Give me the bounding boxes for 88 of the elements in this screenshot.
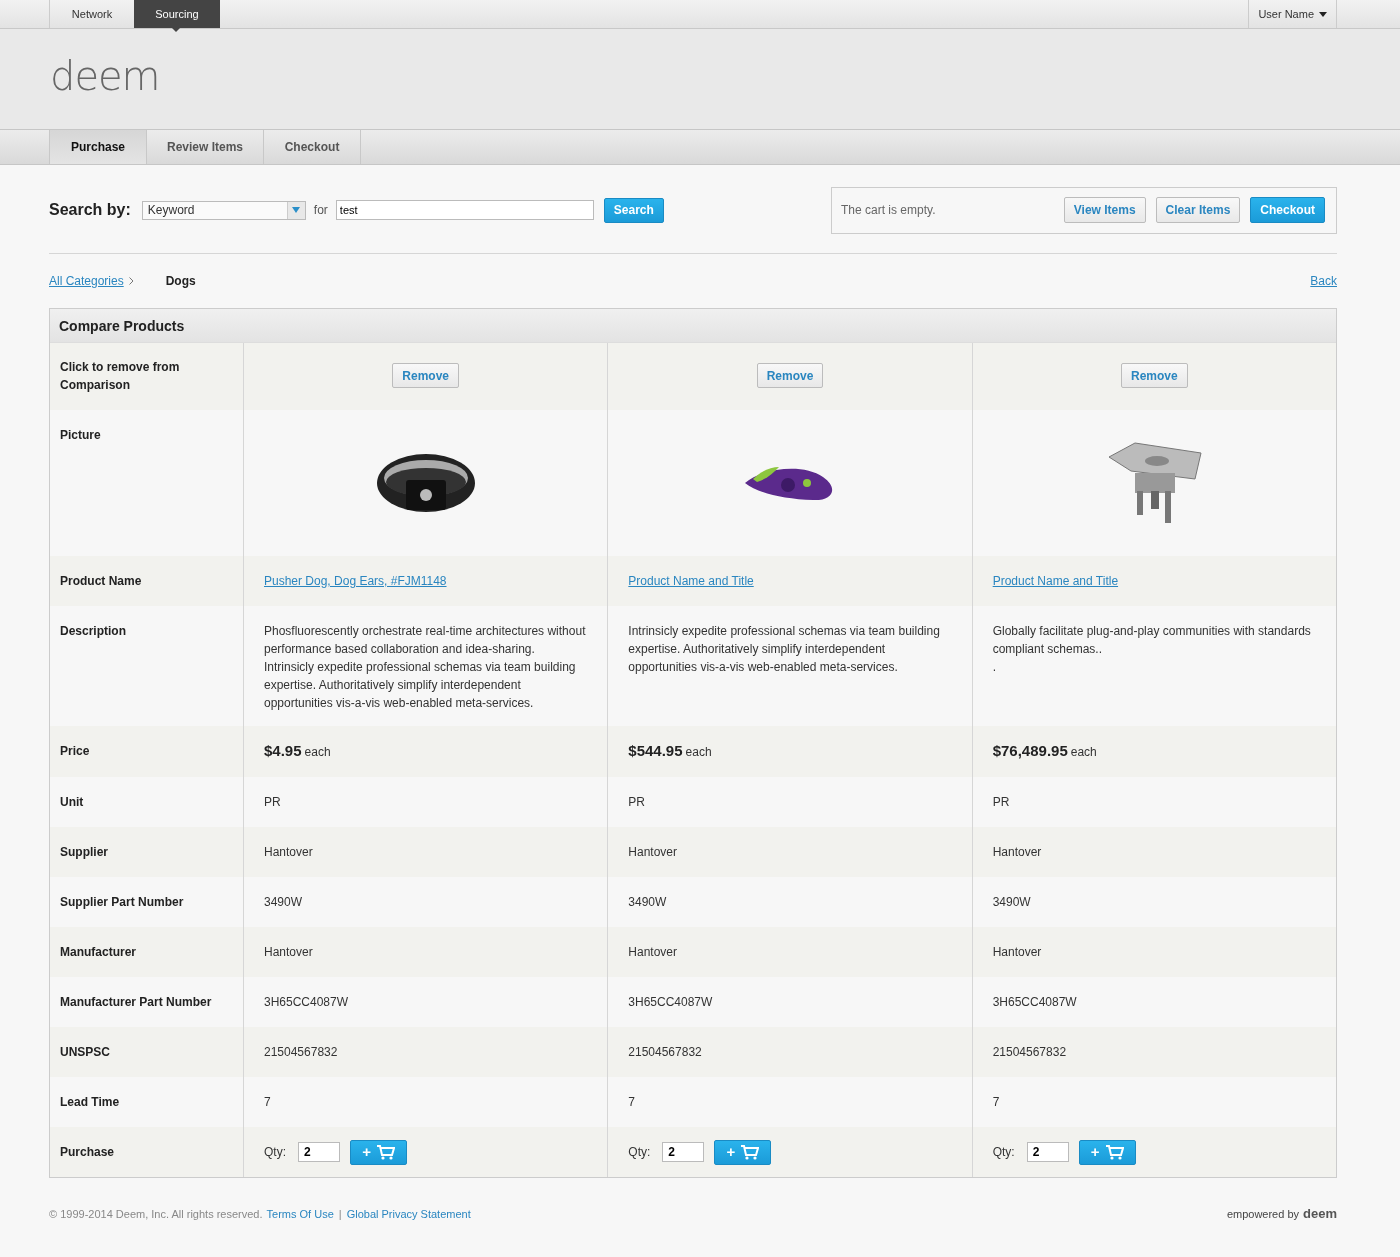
add-to-cart-button[interactable]: + xyxy=(1078,1139,1136,1165)
row-label: Picture xyxy=(59,427,102,444)
price-unit: each xyxy=(304,745,331,759)
row-label: Manufacturer xyxy=(59,944,137,961)
table-cell: 7 xyxy=(264,1095,271,1109)
row-label: Price xyxy=(59,743,91,760)
table-cell: 21504567832 xyxy=(628,1045,702,1059)
qty-field[interactable]: 2 xyxy=(662,1142,705,1162)
price-unit: each xyxy=(1070,745,1097,759)
product-description: Globally facilitate plug-and-play communities with standards compliant schemas.. . xyxy=(992,623,1312,676)
table-cell: PR xyxy=(628,795,645,809)
table-cell: Hantover xyxy=(992,845,1042,859)
cart-button[interactable]: Checkout xyxy=(1250,197,1325,223)
table-cell: 21504567832 xyxy=(264,1045,338,1059)
table-cell: Hantover xyxy=(992,945,1042,959)
qty-label: Qty: xyxy=(992,1144,1015,1161)
search-label: Search by: xyxy=(49,201,131,219)
user-menu[interactable]: User Name xyxy=(1248,0,1337,28)
add-to-cart-button[interactable]: + xyxy=(350,1139,407,1165)
table-cell: 3H65CC4087W xyxy=(264,995,349,1009)
table-cell: 3490W xyxy=(992,895,1031,909)
row-label: UNSPSC xyxy=(59,1044,111,1061)
back-link[interactable]: Back xyxy=(1310,274,1337,288)
row-label: Purchase xyxy=(59,1144,116,1161)
search-type-dropdown[interactable]: Keyword xyxy=(141,200,306,220)
cart-status: The cart is empty. xyxy=(841,203,936,217)
remove-button[interactable]: Remove xyxy=(1121,363,1188,388)
table-cell: 3490W xyxy=(628,895,667,909)
cart-icon xyxy=(741,1144,760,1160)
breadcrumb-current: Dogs xyxy=(165,274,196,288)
table-cell: 3H65CC4087W xyxy=(992,995,1077,1009)
table-cell: PR xyxy=(992,795,1010,809)
caret-icon xyxy=(1319,11,1327,17)
table-cell: 21504567832 xyxy=(992,1045,1067,1059)
remove-button[interactable]: Remove xyxy=(756,363,824,388)
qty-field[interactable]: 2 xyxy=(1026,1142,1069,1162)
product-price: $76,489.95 xyxy=(992,742,1068,759)
chevron-icon xyxy=(128,277,134,285)
table-cell: Hantover xyxy=(628,845,678,859)
powered-by-logo: deem xyxy=(1303,1206,1337,1221)
row-label: Click to remove from Comparison xyxy=(59,359,181,394)
search-field[interactable]: test xyxy=(335,200,594,220)
separator: | xyxy=(338,1207,342,1220)
tab[interactable]: Purchase xyxy=(49,130,147,164)
logo: deem xyxy=(50,56,160,96)
copyright-text: © 1999-2014 Deem, Inc. All rights reserved. xyxy=(49,1207,263,1220)
table-cell: 7 xyxy=(628,1095,635,1109)
row-label: Supplier xyxy=(59,844,109,861)
table-header: Compare Products xyxy=(50,309,1336,343)
cart-icon xyxy=(1105,1144,1124,1160)
footer-link[interactable]: Global Privacy Statement xyxy=(346,1207,471,1220)
cart-button[interactable]: View Items xyxy=(1063,197,1146,223)
breadcrumb-link[interactable]: All Categories xyxy=(49,274,124,288)
tab[interactable]: Review Items xyxy=(147,130,265,164)
product-link[interactable]: Pusher Dog, Dog Ears, #FJM1148 xyxy=(264,574,447,588)
row-label: Supplier Part Number xyxy=(59,894,185,911)
search-button[interactable]: Search xyxy=(603,197,664,223)
cart-icon xyxy=(376,1144,395,1160)
qty-label: Qty: xyxy=(628,1144,651,1161)
table-cell: 3H65CC4087W xyxy=(628,995,713,1009)
row-label: Product Name xyxy=(59,573,143,590)
for-label: for xyxy=(313,203,328,217)
product-description: Phosfluorescently orchestrate real-time architectures without performance based collaboration and idea-sharing. Intrinsicly expedite professional schemas via team building expertise. Authoritatively simplify interdependent opportunities vis-a-vis web-enabled meta-services. xyxy=(264,623,587,712)
product-price: $4.95 xyxy=(264,742,302,759)
product-price: $544.95 xyxy=(628,742,683,759)
qty-field[interactable]: 2 xyxy=(298,1142,340,1162)
qty-label: Qty: xyxy=(264,1144,286,1161)
product-link[interactable]: Product Name and Title xyxy=(992,574,1119,588)
caret-icon xyxy=(292,207,301,213)
table-cell: Hantover xyxy=(628,945,678,959)
table-cell: 7 xyxy=(992,1095,1000,1109)
row-label: Description xyxy=(59,623,127,640)
row-label: Manufacturer Part Number xyxy=(59,994,213,1011)
product-description: Intrinsicly expedite professional schemas via team building expertise. Authoritatively simplify interdependent opportunities vis-a-vis web-enabled meta-services. xyxy=(628,623,941,676)
table-cell: Hantover xyxy=(264,945,313,959)
row-label: Lead Time xyxy=(59,1094,121,1111)
table-cell: PR xyxy=(264,795,281,809)
add-to-cart-button[interactable]: + xyxy=(714,1139,772,1165)
row-label: Unit xyxy=(59,794,85,811)
footer-link[interactable]: Terms Of Use xyxy=(266,1207,334,1220)
cart-button[interactable]: Clear Items xyxy=(1155,197,1241,223)
tab[interactable]: Checkout xyxy=(264,130,362,164)
price-unit: each xyxy=(685,745,712,759)
remove-button[interactable]: Remove xyxy=(392,363,459,388)
table-cell: Hantover xyxy=(264,845,313,859)
powered-by-label: empowered by xyxy=(1226,1207,1300,1220)
product-link[interactable]: Product Name and Title xyxy=(628,574,754,588)
table-cell: 3490W xyxy=(264,895,303,909)
